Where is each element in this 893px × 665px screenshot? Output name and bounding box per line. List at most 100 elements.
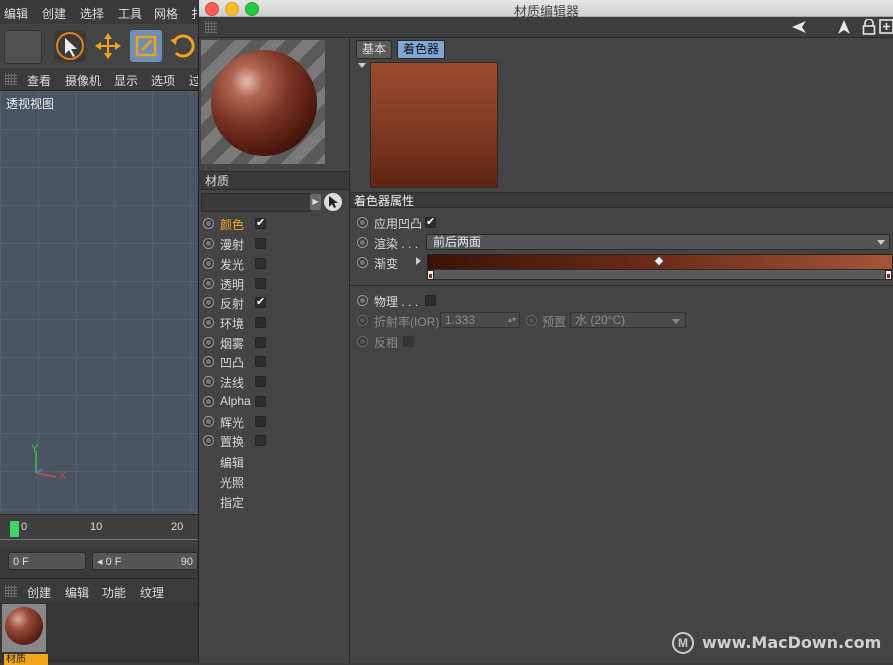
rotate-tool-icon[interactable] <box>166 30 198 62</box>
channel-checkbox[interactable] <box>255 317 266 328</box>
view-menu-options[interactable]: 选项 <box>151 72 175 89</box>
material-thumbnail[interactable]: 材质 <box>2 604 48 665</box>
playhead[interactable] <box>10 521 19 537</box>
channel-editor[interactable]: 编辑 <box>220 454 244 471</box>
window-titlebar[interactable]: 材质编辑器 <box>199 0 893 19</box>
back-arrow-icon[interactable] <box>791 20 807 34</box>
channel-radio[interactable] <box>203 297 214 308</box>
channel-radio[interactable] <box>203 278 214 289</box>
material-name-input[interactable] <box>201 193 311 212</box>
channel-transparency[interactable]: 透明 <box>199 274 349 294</box>
view-menu-camera[interactable]: 摄像机 <box>65 72 101 89</box>
channel-radio[interactable] <box>203 435 214 446</box>
menu-create[interactable]: 创建 <box>42 5 66 22</box>
menu-tools[interactable]: 工具 <box>118 5 142 22</box>
channel-checkbox[interactable] <box>255 435 266 446</box>
channel-luminance[interactable]: 发光 <box>199 254 349 274</box>
frame-start-field[interactable]: 0 F <box>8 552 86 570</box>
property-radio[interactable] <box>357 295 368 306</box>
physical-checkbox[interactable] <box>425 295 436 306</box>
frame-range-slider[interactable]: ◂ 0 F 90 <box>92 552 198 570</box>
channel-checkbox[interactable] <box>255 238 266 249</box>
property-radio[interactable] <box>526 315 537 326</box>
property-radio[interactable] <box>357 237 368 248</box>
name-arrow-icon[interactable]: ▶ <box>310 194 321 210</box>
apply-bump-checkbox[interactable]: ✔ <box>425 217 436 228</box>
material-manager: 材质 <box>0 602 198 665</box>
gradient-expand-icon[interactable] <box>416 257 421 265</box>
tab-basic[interactable]: 基本 <box>356 40 393 59</box>
matmgr-menu-function[interactable]: 功能 <box>102 584 126 601</box>
apply-bump-label: 应用凹凸 <box>374 217 423 231</box>
matmgr-menu-texture[interactable]: 纹理 <box>140 584 164 601</box>
channel-environment[interactable]: 环境 <box>199 313 349 333</box>
render-label: 渲染 . . . <box>374 235 418 252</box>
channel-radio[interactable] <box>203 337 214 348</box>
channel-radio[interactable] <box>203 218 214 229</box>
channel-radio[interactable] <box>203 356 214 367</box>
channel-fog[interactable]: 烟雾 <box>199 333 349 353</box>
channel-checkbox[interactable] <box>255 396 266 407</box>
scale-tool-icon[interactable] <box>130 30 162 62</box>
gradient-knot-track[interactable] <box>427 269 891 280</box>
ior-input[interactable]: 1.333 ▴▾ <box>440 312 520 328</box>
preset-dropdown[interactable]: 水 (20°C) <box>570 312 686 328</box>
channel-radio[interactable] <box>203 416 214 427</box>
menu-select[interactable]: 选择 <box>80 5 104 22</box>
channel-assignment[interactable]: 指定 <box>220 494 244 511</box>
material-thumbnail-label: 材质 <box>4 654 48 665</box>
channel-color[interactable]: 颜色 ✔ <box>199 214 349 234</box>
render-dropdown[interactable]: 前后两面 <box>426 234 890 250</box>
channel-bump[interactable]: 凹凸 <box>199 352 349 372</box>
menu-mesh[interactable]: 网格 <box>154 5 178 22</box>
channel-checkbox[interactable]: ✔ <box>255 218 266 229</box>
view-menu-view[interactable]: 查看 <box>27 72 51 89</box>
property-radio[interactable] <box>357 336 368 347</box>
up-arrow-icon[interactable] <box>837 19 851 35</box>
channel-illumination[interactable]: 光照 <box>220 474 244 491</box>
channel-label: 凹凸 <box>220 356 245 370</box>
channel-reflectance[interactable]: 反射 ✔ <box>199 293 349 313</box>
channel-checkbox[interactable] <box>255 278 266 289</box>
timeline[interactable]: 0 10 20 <box>0 514 198 549</box>
gradient-knot-start[interactable] <box>427 270 434 280</box>
stepper-icon[interactable]: ▴▾ <box>508 313 516 327</box>
channel-diffusion[interactable]: 漫射 <box>199 234 349 254</box>
collapse-triangle-icon[interactable] <box>358 63 366 68</box>
channel-radio[interactable] <box>203 238 214 249</box>
invert-checkbox[interactable] <box>403 336 414 347</box>
view-menu-display[interactable]: 显示 <box>114 72 138 89</box>
channel-alpha[interactable]: Alpha <box>199 392 349 412</box>
timeline-tick-label: 20 <box>171 521 184 533</box>
channel-checkbox[interactable] <box>255 258 266 269</box>
perspective-viewport[interactable]: 透视视图 Y X <box>0 91 198 514</box>
matmgr-menu-create[interactable]: 创建 <box>27 584 51 601</box>
channel-checkbox[interactable] <box>255 337 266 348</box>
gradient-knot-end[interactable] <box>885 270 892 280</box>
lock-icon[interactable] <box>862 19 876 35</box>
material-preview[interactable] <box>201 40 325 164</box>
channel-radio[interactable] <box>203 317 214 328</box>
matmgr-menu-edit[interactable]: 编辑 <box>65 584 89 601</box>
new-window-icon[interactable] <box>879 19 893 35</box>
channel-radio[interactable] <box>203 396 214 407</box>
channel-glow[interactable]: 辉光 <box>199 412 349 432</box>
channel-radio[interactable] <box>203 258 214 269</box>
channel-checkbox[interactable] <box>255 356 266 367</box>
channel-displacement[interactable]: 置换 <box>199 431 349 451</box>
pick-cursor-icon[interactable] <box>324 193 342 211</box>
property-radio[interactable] <box>357 257 368 268</box>
channel-checkbox[interactable]: ✔ <box>255 297 266 308</box>
channel-checkbox[interactable] <box>255 376 266 387</box>
property-radio[interactable] <box>357 315 368 326</box>
menu-edit[interactable]: 编辑 <box>4 5 28 22</box>
property-radio[interactable] <box>357 217 368 228</box>
tab-shader[interactable]: 着色器 <box>397 40 446 59</box>
color-swatch[interactable] <box>370 62 498 188</box>
select-tool-icon[interactable] <box>54 30 86 62</box>
channel-normal[interactable]: 法线 <box>199 372 349 392</box>
channel-checkbox[interactable] <box>255 416 266 427</box>
channel-radio[interactable] <box>203 376 214 387</box>
move-tool-icon[interactable] <box>92 30 124 62</box>
undo-icon[interactable] <box>4 30 42 64</box>
